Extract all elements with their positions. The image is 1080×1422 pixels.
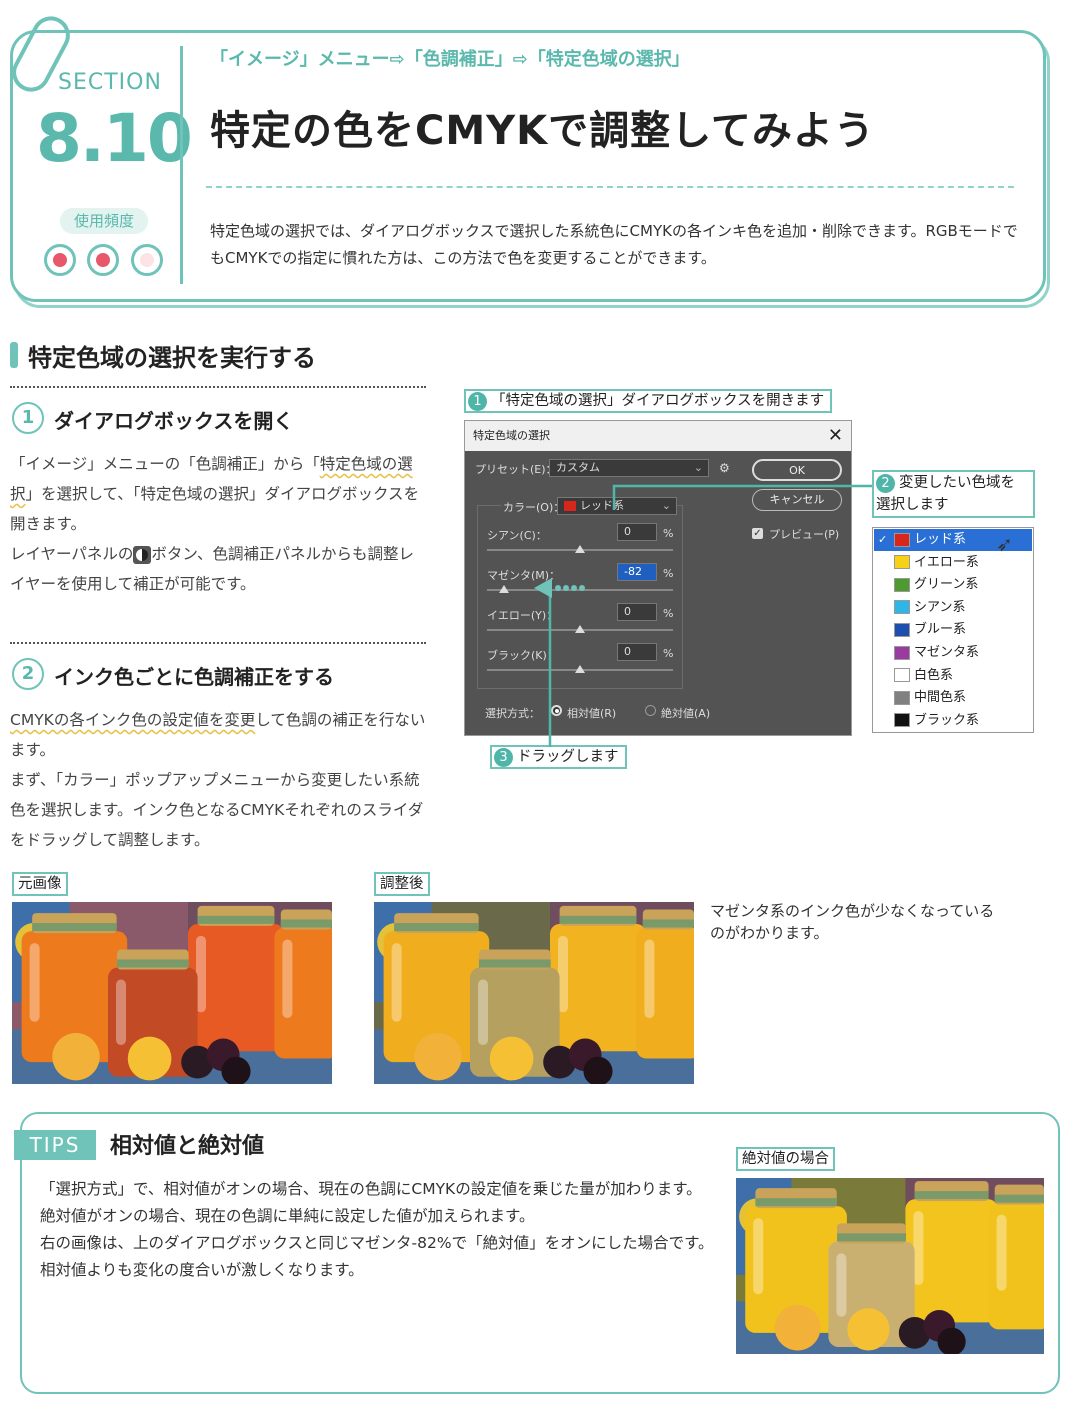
breadcrumb: 「イメージ」メニュー⇨「色調補正」⇨「特定色域の選択」 bbox=[210, 49, 690, 70]
frequency-dot-filled bbox=[87, 244, 119, 276]
callout-1-text: 「特定色域の選択」ダイアログボックスを開きます bbox=[491, 393, 825, 409]
color-list-label: イエロー系 bbox=[914, 554, 979, 570]
tips-paragraph-1: 「選択方式」で、相対値がオンの場合、現在の色調にCMYKの設定値を乗じた量が加わ… bbox=[40, 1180, 702, 1198]
color-list-label: 白色系 bbox=[914, 667, 954, 683]
absolute-image-label: 絶対値の場合 bbox=[736, 1147, 835, 1171]
color-list-item[interactable]: ブラック系 bbox=[874, 710, 1032, 732]
intro-text: 特定色域の選択では、ダイアログボックスで選択した系統色にCMYKの各インキ色を追… bbox=[210, 222, 1018, 267]
cursor-icon: ➶ bbox=[996, 532, 1013, 556]
color-swatch bbox=[894, 555, 910, 570]
color-list-label: ブルー系 bbox=[914, 622, 967, 638]
color-swatch bbox=[894, 600, 910, 615]
color-list-item[interactable]: ブルー系 bbox=[874, 619, 1032, 641]
step2-text-b: まず、「カラー」ポップアップメニューから変更したい系統色を選択します。インク色と… bbox=[10, 771, 424, 849]
title-rule bbox=[206, 186, 1014, 188]
color-swatch bbox=[894, 622, 910, 637]
color-swatch bbox=[894, 532, 910, 547]
before-label: 元画像 bbox=[12, 872, 68, 896]
step2-heading: インク色ごとに色調補正をする bbox=[54, 665, 334, 689]
callout-1: 1 「特定色域の選択」ダイアログボックスを開きます bbox=[464, 389, 833, 413]
color-swatch bbox=[894, 713, 910, 728]
color-swatch bbox=[894, 668, 910, 683]
frequency-dot-empty bbox=[131, 244, 163, 276]
before-photo bbox=[12, 902, 332, 1084]
dialog-title: 特定色域の選択 bbox=[465, 421, 851, 451]
page-title: 特定の色をCMYKで調整してみよう bbox=[210, 108, 875, 154]
frequency-dot-filled bbox=[44, 244, 76, 276]
absolute-photo bbox=[736, 1178, 1044, 1354]
callout-2: 2 変更したい色域を選択します bbox=[872, 470, 1035, 518]
photo-caption: マゼンタ系のインク色が少なくなっているのがわかります。 bbox=[710, 902, 995, 942]
step2-text-underlined: CMYKの各インク色の設定値を変更 bbox=[10, 711, 256, 729]
color-list-label: ブラック系 bbox=[914, 712, 980, 728]
step1-text-a: 「イメージ」メニューの「色調補正」から「 bbox=[10, 455, 320, 473]
step1-text-b: 」を選択して、「特定色域の選択」ダイアログボックスを開きます。 bbox=[10, 485, 420, 533]
close-icon[interactable]: ✕ bbox=[828, 421, 843, 451]
color-list-label: 中間色系 bbox=[914, 690, 967, 706]
step1-heading: ダイアログボックスを開く bbox=[54, 409, 294, 433]
frequency-label: 使用頻度 bbox=[60, 208, 148, 234]
after-photo bbox=[374, 902, 694, 1084]
color-list-label: マゼンタ系 bbox=[914, 645, 980, 660]
section-title: 特定色域の選択を実行する bbox=[28, 344, 316, 372]
tips-paragraph-2: 絶対値がオンの場合、現在の色調に単純に設定した値が加えられます。 bbox=[40, 1207, 535, 1225]
section-number: 8.10 bbox=[36, 100, 193, 177]
tips-paragraph-3: 右の画像は、上のダイアログボックスと同じマゼンタ-82%で「絶対値」をオンにした… bbox=[40, 1234, 714, 1279]
color-list-label: グリーン系 bbox=[914, 577, 979, 593]
step2-text: CMYKの各インク色の設定値を変更して色調の補正を行ないます。 まず、「カラー」… bbox=[10, 705, 428, 855]
section-word: SECTION bbox=[58, 70, 162, 95]
color-dropdown-list: ✓ レッド系イエロー系グリーン系シアン系ブルー系マゼンタ系白色系中間色系ブラック系 bbox=[872, 527, 1034, 733]
color-list-item[interactable]: 中間色系 bbox=[874, 687, 1032, 709]
step2-number: 2 bbox=[12, 658, 44, 690]
step1-text: 「イメージ」メニューの「色調補正」から「特定色域の選択」を選択して、「特定色域の… bbox=[10, 449, 428, 599]
header-divider bbox=[180, 46, 183, 284]
color-list-label: レッド系 bbox=[914, 532, 967, 547]
adjustment-layer-icon bbox=[133, 545, 152, 564]
color-list-item[interactable]: グリーン系 bbox=[874, 574, 1032, 596]
after-label: 調整後 bbox=[374, 872, 430, 896]
color-list-label: シアン系 bbox=[914, 599, 966, 615]
callout-2-text: 変更したい色域を選択します bbox=[876, 475, 1015, 513]
tips-body: 「選択方式」で、相対値がオンの場合、現在の色調にCMYKの設定値を乗じた量が加わ… bbox=[40, 1176, 720, 1284]
color-swatch bbox=[894, 690, 910, 705]
step-divider bbox=[10, 642, 426, 644]
check-icon: ✓ bbox=[878, 533, 888, 546]
callout-connectors bbox=[534, 484, 872, 747]
color-list-item[interactable]: シアン系 bbox=[874, 597, 1032, 619]
color-list-item[interactable]: マゼンタ系 bbox=[874, 642, 1032, 664]
section-rule bbox=[10, 386, 426, 388]
color-swatch bbox=[894, 645, 910, 660]
step1-number: 1 bbox=[12, 402, 44, 434]
step1-text-c: レイヤーパネルの bbox=[10, 545, 134, 563]
tips-title: 相対値と絶対値 bbox=[110, 1134, 265, 1159]
callout-1-number: 1 bbox=[468, 391, 487, 411]
color-swatch bbox=[894, 577, 910, 592]
color-list-item[interactable]: 白色系 bbox=[874, 665, 1032, 687]
tips-tag: TIPS bbox=[14, 1130, 96, 1160]
section-marker bbox=[10, 342, 18, 368]
